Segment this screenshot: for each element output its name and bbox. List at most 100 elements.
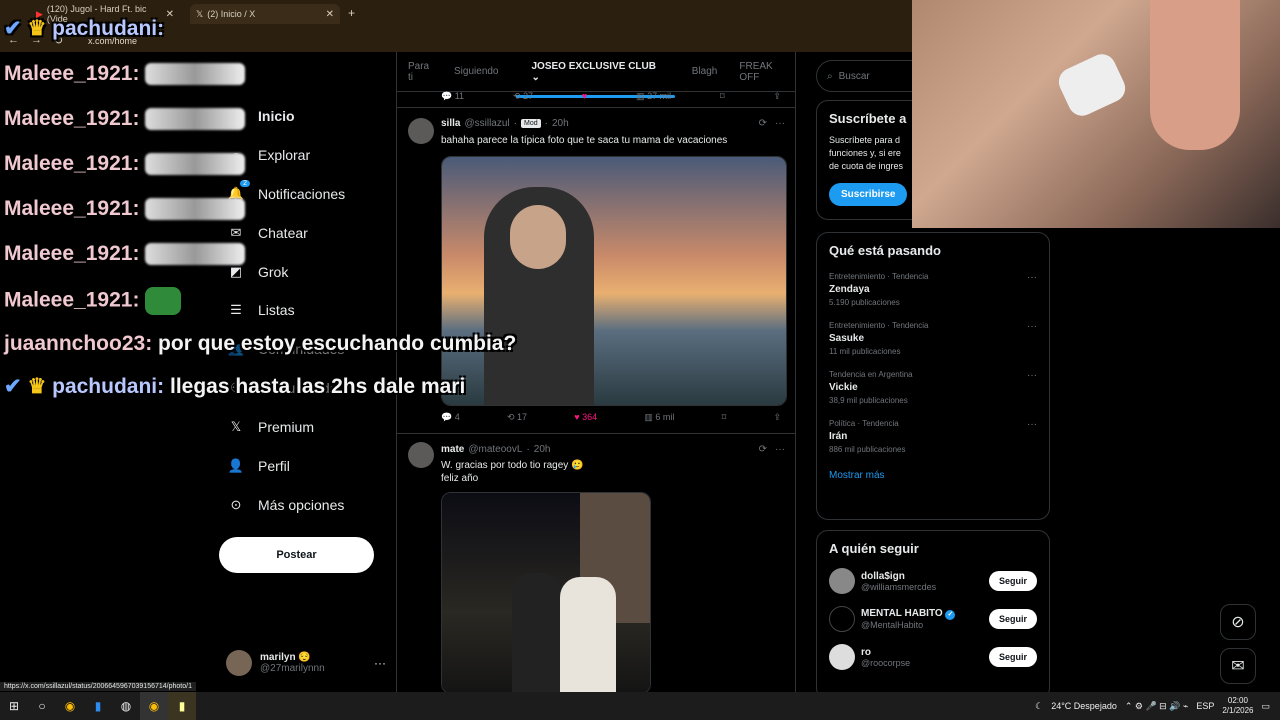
sidebar-item-premium[interactable]: 𝕏 Premium	[228, 419, 314, 435]
tweet-icons: ⟳ ···	[759, 444, 785, 455]
follow-suggestion[interactable]: dolla$ign @williamsmercdes Seguir	[829, 568, 1037, 594]
sidebar-item-grok[interactable]: ◩ Grok	[228, 264, 289, 280]
close-icon[interactable]: ✕	[326, 9, 334, 20]
list-icon: ☰	[230, 302, 242, 317]
follow-button[interactable]: Seguir	[988, 571, 1037, 591]
bookmark-icon[interactable]: ⌑	[722, 412, 727, 423]
search-icon[interactable]: ○	[28, 692, 56, 720]
follow-button[interactable]: Seguir	[988, 609, 1037, 629]
app-icon-2[interactable]: ▮	[168, 692, 196, 720]
mail-icon: ✉	[1231, 658, 1245, 675]
new-tab-button[interactable]: +	[348, 6, 355, 20]
close-icon[interactable]: ✕	[166, 9, 174, 20]
bookmark-icon[interactable]: ⌑	[720, 91, 725, 102]
avatar	[829, 568, 855, 594]
tweet[interactable]: mate @mateoovL · 20h ⟳ ··· W. gracias po…	[397, 434, 795, 692]
reply-button[interactable]: 💬 11	[441, 91, 464, 102]
account-handle: @27marilynnn	[260, 663, 325, 674]
sidebar-item-perfil[interactable]: 👤 Perfil	[228, 458, 290, 474]
chrome-icon[interactable]: ◉	[56, 692, 84, 720]
x-logo-icon: 𝕏	[196, 8, 204, 19]
mail-icon: ✉	[230, 225, 242, 240]
tweet-time[interactable]: 20h	[552, 118, 569, 129]
language-indicator[interactable]: ESP	[1196, 701, 1214, 711]
more-icon[interactable]: ···	[775, 118, 785, 129]
follow-suggestion[interactable]: MENTAL HABITO ✓ @MentalHabito Seguir	[829, 606, 1037, 632]
grok-icon[interactable]: ⟳	[759, 444, 767, 455]
more-icon[interactable]: ···	[1027, 370, 1037, 381]
tab-blagh[interactable]: Blagh	[681, 66, 729, 77]
chat-line: ✔ ♛ pachudani: llegas hasta las 2hs dale…	[4, 375, 466, 398]
repost-button[interactable]: ⟲ 17	[507, 412, 527, 423]
tweet-author-name[interactable]: mate	[441, 444, 464, 455]
tray-icons[interactable]: ⌃ ⚙ 🎤 ⊟ 🔊 ⌁	[1125, 701, 1188, 712]
verified-icon: ✔	[4, 375, 22, 398]
repost-button[interactable]: ⟲ 27	[513, 91, 533, 102]
chat-line: Maleee_1921:	[4, 62, 246, 86]
subscribe-button[interactable]: Suscribirse	[829, 183, 908, 206]
tab-freak-off[interactable]: FREAK OFF	[728, 61, 795, 83]
account-switcher[interactable]: marilyn 😌 @27marilynnn ···	[226, 648, 386, 678]
show-more-link[interactable]: Mostrar más	[829, 470, 1037, 481]
share-icon[interactable]: ⇪	[773, 91, 781, 102]
tab-joseo-exclusive-club[interactable]: JOSEO EXCLUSIVE CLUB ⌄	[510, 61, 681, 98]
obs-icon[interactable]: ◍	[112, 692, 140, 720]
reply-button[interactable]: 💬 4	[441, 412, 460, 423]
trend-item[interactable]: Tendencia en Argentina Vickie 38,9 mil p…	[829, 370, 1037, 405]
tab-para-ti[interactable]: Para ti	[397, 61, 443, 83]
trend-item[interactable]: Entretenimiento · Tendencia Sasuke 11 mi…	[829, 321, 1037, 356]
tab-siguiendo[interactable]: Siguiendo	[443, 66, 509, 77]
like-button[interactable]: ♥	[582, 91, 587, 102]
emote-image	[145, 198, 246, 221]
tweet-actions: 💬 4 ⟲ 17 ♥ 364 ▥ 6 mil ⌑ ⇪	[397, 412, 795, 423]
verified-icon: ✓	[945, 610, 956, 620]
post-button[interactable]: Postear	[219, 537, 374, 573]
avatar[interactable]	[408, 442, 434, 468]
grok-floating-button[interactable]: ⊘	[1220, 604, 1256, 640]
more-icon[interactable]: ···	[1027, 321, 1037, 332]
tweet-photo[interactable]	[441, 156, 787, 406]
grok-icon[interactable]: ⟳	[759, 118, 767, 129]
like-button[interactable]: ♥ 364	[574, 412, 597, 423]
tweet-photo[interactable]	[441, 492, 651, 692]
more-icon[interactable]: ···	[1027, 272, 1037, 283]
avatar	[829, 644, 855, 670]
share-icon[interactable]: ⇪	[773, 412, 781, 423]
trend-item[interactable]: Entretenimiento · Tendencia Zendaya 5.19…	[829, 272, 1037, 307]
trend-item[interactable]: Política · Tendencia Irán 886 mil public…	[829, 419, 1037, 454]
avatar[interactable]	[408, 118, 434, 144]
clock[interactable]: 02:00 2/1/2026	[1222, 696, 1253, 716]
more-icon[interactable]: ···	[775, 444, 785, 455]
more-icon[interactable]: ···	[1027, 419, 1037, 430]
tweet-author-name[interactable]: silla	[441, 118, 460, 129]
sidebar-item-notificaciones[interactable]: 🔔 2 Notificaciones	[228, 180, 345, 202]
chevron-down-icon: ⌄	[531, 71, 540, 83]
x-logo-icon: 𝕏	[230, 419, 242, 434]
mod-badge: Mod	[520, 119, 541, 128]
sidebar-item-chatear[interactable]: ✉ Chatear	[228, 225, 308, 241]
views-button[interactable]: ▥ 6 mil	[644, 412, 674, 423]
grok-icon: ◩	[229, 264, 243, 279]
photo-person	[512, 573, 562, 692]
chat-line: Maleee_1921:	[4, 242, 246, 266]
tweet-time[interactable]: 20h	[534, 444, 551, 455]
sidebar-item-mas-opciones[interactable]: ⊙ Más opciones	[228, 497, 345, 513]
windows-start-icon[interactable]: ⊞	[0, 692, 28, 720]
browser-tab-x[interactable]: 𝕏 (2) Inicio / X ✕	[190, 4, 340, 24]
follow-suggestion[interactable]: ro @roocorpse Seguir	[829, 644, 1037, 670]
moon-icon: ☾	[1035, 700, 1044, 711]
views-button[interactable]: ▥ 27 mil	[636, 91, 671, 102]
weather-text[interactable]: 24°C Despejado	[1051, 701, 1117, 711]
timeline: Para ti Siguiendo JOSEO EXCLUSIVE CLUB ⌄…	[396, 52, 796, 692]
notifications-icon[interactable]: ▭	[1261, 701, 1270, 712]
follow-button[interactable]: Seguir	[988, 647, 1037, 667]
tweet-author-handle[interactable]: @mateoovL	[468, 444, 522, 455]
tweet-author-handle[interactable]: @ssillazul	[464, 118, 509, 129]
sidebar: ⌂ Inicio ⌕ Explorar 🔔2 Notificaciones ✉ …	[219, 52, 396, 692]
sidebar-item-listas[interactable]: ☰ Listas	[228, 302, 294, 318]
who-to-follow-title: A quién seguir	[829, 541, 919, 556]
app-icon[interactable]: ▮	[84, 692, 112, 720]
messages-floating-button[interactable]: ✉	[1220, 648, 1256, 684]
chrome-active-icon[interactable]: ◉	[140, 692, 168, 720]
more-icon[interactable]: ···	[374, 656, 386, 670]
